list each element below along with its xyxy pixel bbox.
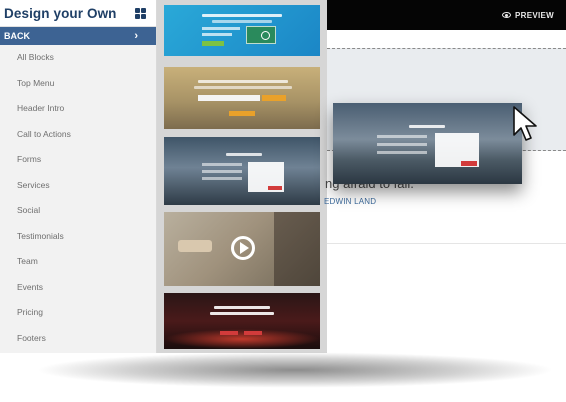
- cursor-icon: [513, 106, 537, 141]
- thumb-text-line: [198, 80, 288, 83]
- sidebar-item-pricing[interactable]: Pricing: [0, 300, 156, 326]
- sidebar-header: Design your Own: [0, 0, 156, 27]
- blocks-sidebar: Design your Own BACK › All Blocks Top Me…: [0, 0, 157, 353]
- thumb-button: [268, 186, 282, 190]
- category-list: All Blocks Top Menu Header Intro Call to…: [0, 45, 156, 351]
- sidebar-item-call-to-actions[interactable]: Call to Actions: [0, 122, 156, 148]
- thumb-input: [198, 95, 260, 101]
- block-thumbnails-panel: [157, 0, 327, 353]
- thumb-button: [202, 41, 224, 46]
- eye-icon: [502, 12, 511, 18]
- thumb-shade: [274, 212, 320, 286]
- back-button[interactable]: BACK ›: [0, 27, 156, 45]
- thumb-button: [262, 95, 286, 101]
- play-icon: [261, 31, 270, 40]
- sidebar-item-footers[interactable]: Footers: [0, 326, 156, 352]
- thumb-button: [461, 161, 477, 166]
- thumb-text-line: [194, 86, 292, 89]
- drop-shadow: [35, 352, 555, 388]
- thumb-button: [220, 331, 238, 335]
- sidebar-item-forms[interactable]: Forms: [0, 147, 156, 173]
- sidebar-item-testimonials[interactable]: Testimonials: [0, 224, 156, 250]
- thumb-text-line: [202, 170, 242, 173]
- thumb-text-line: [210, 312, 274, 315]
- sidebar-item-team[interactable]: Team: [0, 249, 156, 275]
- sidebar-item-social[interactable]: Social: [0, 198, 156, 224]
- thumb-text-line: [202, 27, 240, 30]
- testimonial-author[interactable]: EDWIN LAND: [324, 197, 376, 206]
- thumb-text-line: [202, 14, 282, 17]
- thumb-text-line: [409, 125, 445, 128]
- sidebar-item-header-intro[interactable]: Header Intro: [0, 96, 156, 122]
- sidebar-item-services[interactable]: Services: [0, 173, 156, 199]
- preview-label: PREVIEW: [515, 10, 554, 20]
- block-thumbnail-call-to-action[interactable]: [164, 5, 320, 56]
- sidebar-item-all-blocks[interactable]: All Blocks: [0, 45, 156, 71]
- thumb-text-line: [212, 20, 272, 23]
- thumb-text-line: [202, 177, 242, 180]
- thumb-text-line: [202, 163, 242, 166]
- back-label: BACK: [4, 31, 30, 41]
- preview-button[interactable]: PREVIEW: [502, 0, 554, 30]
- dragged-block[interactable]: [333, 103, 522, 184]
- thumb-text-line: [226, 153, 262, 156]
- sidebar-item-top-menu[interactable]: Top Menu: [0, 71, 156, 97]
- play-icon: [240, 242, 249, 254]
- thumb-text-line: [214, 306, 270, 309]
- block-thumbnail-video[interactable]: [164, 212, 320, 286]
- section-divider: [327, 243, 566, 244]
- thumb-button: [229, 111, 255, 116]
- chevron-right-icon: ›: [134, 30, 138, 42]
- thumb-button: [244, 331, 262, 335]
- sidebar-item-events[interactable]: Events: [0, 275, 156, 301]
- thumb-watch-arm: [178, 240, 212, 252]
- thumb-crowd: [164, 329, 320, 349]
- block-thumbnail-event[interactable]: [164, 293, 320, 349]
- editor-topbar: PREVIEW: [327, 0, 566, 30]
- block-thumbnail-form[interactable]: [164, 137, 320, 205]
- thumb-text-line: [377, 143, 427, 146]
- thumb-text-line: [377, 151, 427, 154]
- sidebar-title: Design your Own: [4, 5, 117, 21]
- thumb-text-line: [377, 135, 427, 138]
- block-thumbnail-subscribe[interactable]: [164, 67, 320, 129]
- grid-icon[interactable]: [135, 7, 146, 19]
- thumb-text-line: [202, 33, 232, 36]
